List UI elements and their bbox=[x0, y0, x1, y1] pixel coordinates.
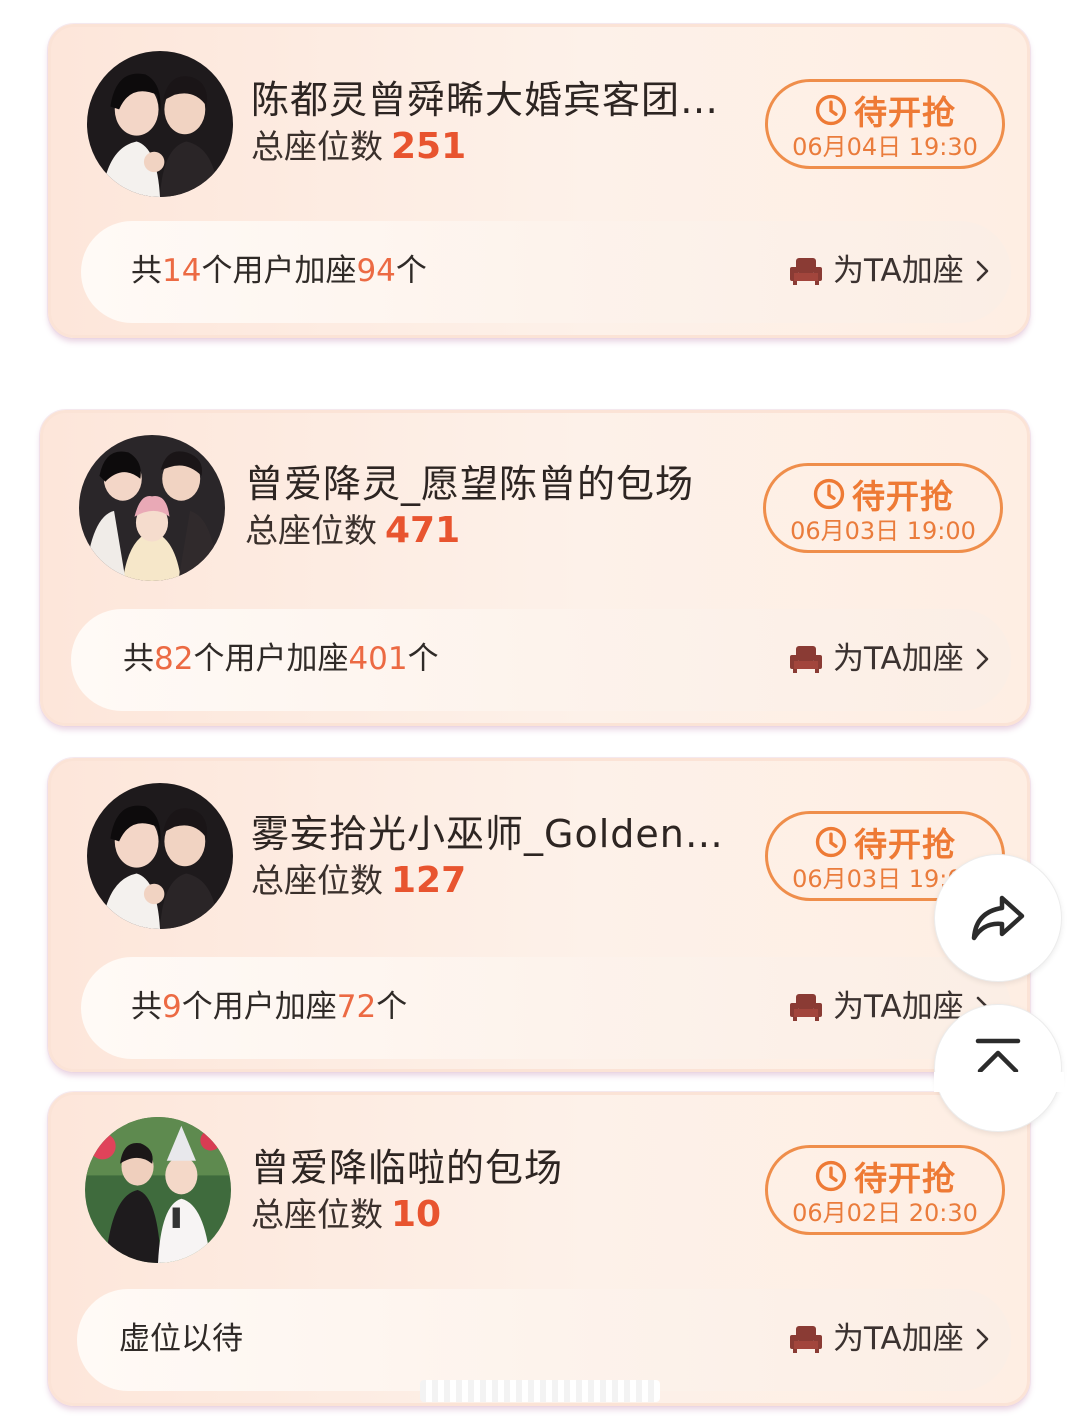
stats-seat-count: 72 bbox=[336, 989, 377, 1025]
chevron-right-icon bbox=[976, 1328, 989, 1350]
seat-stats: 共82个用户加座401个 bbox=[123, 639, 439, 679]
total-seats: 总座位数 251 bbox=[251, 127, 466, 167]
total-seats: 总座位数 10 bbox=[251, 1195, 441, 1235]
session-card[interactable]: 雾妄拾光小巫师_Golden… 总座位数 127 待开抢 06月03日 19:00… bbox=[48, 758, 1030, 1072]
chevron-right-icon bbox=[976, 260, 989, 282]
chevron-right-icon bbox=[976, 648, 989, 670]
total-seats-label: 总座位数 bbox=[251, 1195, 383, 1234]
stats-user-count: 9 bbox=[162, 989, 182, 1025]
sofa-icon bbox=[790, 646, 822, 673]
share-icon bbox=[971, 895, 1025, 941]
grab-time: 06月02日 20:30 bbox=[792, 1199, 978, 1227]
stats-middle: 个用户加座 bbox=[181, 989, 337, 1025]
total-seats-value: 471 bbox=[385, 510, 461, 551]
grab-label: 待开抢 bbox=[854, 825, 956, 864]
seat-stats-bar: 虚位以待 为TA加座 bbox=[77, 1289, 1011, 1391]
total-seats-label: 总座位数 bbox=[251, 861, 383, 900]
grab-label: 待开抢 bbox=[854, 93, 956, 132]
clock-icon bbox=[815, 94, 847, 126]
grab-label-row: 待开抢 bbox=[768, 1154, 1002, 1198]
sofa-icon bbox=[790, 994, 822, 1021]
seat-stats: 共9个用户加座72个 bbox=[131, 987, 407, 1027]
total-seats-value: 127 bbox=[391, 860, 467, 901]
avatar-image bbox=[79, 435, 225, 581]
session-title: 陈都灵曾舜晞大婚宾客团… bbox=[251, 78, 720, 122]
seat-stats-bar: 共9个用户加座72个 为TA加座 bbox=[81, 957, 1011, 1059]
session-title: 曾爱降临啦的包场 bbox=[251, 1146, 564, 1190]
session-card[interactable]: 曾爱降临啦的包场 总座位数 10 待开抢 06月02日 20:30 虚位以待 为… bbox=[48, 1092, 1030, 1406]
stats-middle: 个用户加座 bbox=[201, 253, 357, 289]
add-seat-link[interactable]: 为TA加座 bbox=[789, 251, 992, 291]
page-bottom-divider bbox=[934, 1072, 1064, 1092]
grab-label-row: 待开抢 bbox=[768, 820, 1002, 864]
grab-time: 06月04日 19:30 bbox=[792, 133, 978, 161]
stats-seat-count: 401 bbox=[348, 641, 408, 677]
avatar-image bbox=[87, 51, 233, 197]
session-title: 雾妄拾光小巫师_Golden… bbox=[251, 812, 724, 856]
scroll-indicator[interactable] bbox=[420, 1380, 660, 1402]
stats-suffix: 个 bbox=[395, 253, 427, 289]
back-to-top-button[interactable] bbox=[934, 1004, 1062, 1132]
avatar-image bbox=[85, 1117, 231, 1263]
add-seat-label: 为TA加座 bbox=[833, 1321, 964, 1357]
stats-prefix: 共 bbox=[131, 989, 162, 1025]
pending-grab-button[interactable]: 待开抢 06月02日 20:30 bbox=[765, 1145, 1005, 1235]
pending-grab-button[interactable]: 待开抢 06月04日 19:30 bbox=[765, 79, 1005, 169]
total-seats: 总座位数 127 bbox=[251, 861, 466, 901]
seat-stats-bar: 共14个用户加座94个 为TA加座 bbox=[81, 221, 1011, 323]
grab-label-row: 待开抢 bbox=[766, 472, 1000, 516]
empty-seat-text: 虚位以待 bbox=[119, 1321, 243, 1357]
session-card[interactable]: 曾爱降灵_愿望陈曾的包场 总座位数 471 待开抢 06月03日 19:00 共8… bbox=[40, 410, 1030, 726]
stats-prefix: 共 bbox=[123, 641, 154, 677]
clock-icon bbox=[815, 1160, 847, 1192]
stats-user-count: 14 bbox=[162, 253, 202, 289]
stats-middle: 个用户加座 bbox=[193, 641, 349, 677]
add-seat-label: 为TA加座 bbox=[833, 989, 964, 1025]
sofa-icon bbox=[790, 1326, 822, 1353]
stats-suffix: 个 bbox=[407, 641, 439, 677]
grab-label: 待开抢 bbox=[854, 1159, 956, 1198]
grab-time: 06月03日 19:00 bbox=[790, 517, 976, 545]
avatar[interactable] bbox=[87, 51, 233, 197]
avatar[interactable] bbox=[85, 1117, 231, 1263]
grab-label-row: 待开抢 bbox=[768, 88, 1002, 132]
total-seats-value: 10 bbox=[391, 1194, 442, 1235]
seat-stats-bar: 共82个用户加座401个 为TA加座 bbox=[71, 609, 1011, 711]
back-to-top-icon bbox=[975, 1038, 1021, 1074]
stats-user-count: 82 bbox=[154, 641, 194, 677]
avatar[interactable] bbox=[87, 783, 233, 929]
clock-icon bbox=[813, 478, 845, 510]
total-seats: 总座位数 471 bbox=[245, 511, 460, 551]
seat-stats: 共14个用户加座94个 bbox=[131, 251, 427, 291]
session-card[interactable]: 陈都灵曾舜晞大婚宾客团… 总座位数 251 待开抢 06月04日 19:30 共1… bbox=[48, 24, 1030, 338]
avatar-image bbox=[87, 783, 233, 929]
grab-label: 待开抢 bbox=[852, 477, 954, 516]
add-seat-link[interactable]: 为TA加座 bbox=[789, 1319, 992, 1359]
stats-suffix: 个 bbox=[376, 989, 408, 1025]
total-seats-label: 总座位数 bbox=[245, 511, 377, 550]
share-button[interactable] bbox=[934, 854, 1062, 982]
total-seats-label: 总座位数 bbox=[251, 127, 383, 166]
session-title: 曾爱降灵_愿望陈曾的包场 bbox=[245, 462, 695, 506]
clock-icon bbox=[815, 826, 847, 858]
add-seat-link[interactable]: 为TA加座 bbox=[789, 639, 992, 679]
session-list: 陈都灵曾舜晞大婚宾客团… 总座位数 251 待开抢 06月04日 19:30 共1… bbox=[0, 0, 1080, 1418]
add-seat-label: 为TA加座 bbox=[833, 253, 964, 289]
stats-seat-count: 94 bbox=[356, 253, 396, 289]
sofa-icon bbox=[790, 258, 822, 285]
pending-grab-button[interactable]: 待开抢 06月03日 19:00 bbox=[763, 463, 1003, 553]
total-seats-value: 251 bbox=[391, 126, 467, 167]
stats-prefix: 共 bbox=[131, 253, 162, 289]
add-seat-label: 为TA加座 bbox=[833, 641, 964, 677]
avatar[interactable] bbox=[79, 435, 225, 581]
